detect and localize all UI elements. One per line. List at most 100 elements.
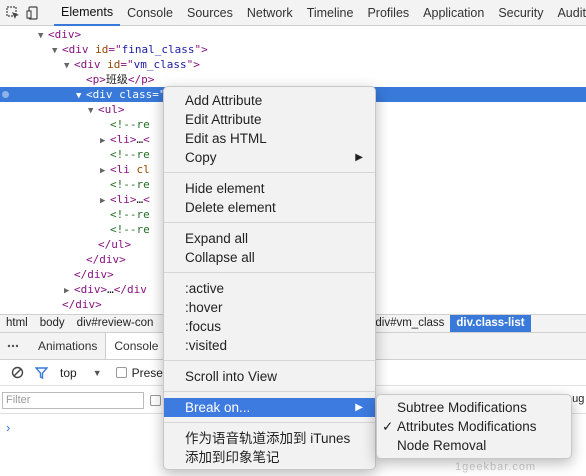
breadcrumb-item[interactable]: html	[0, 315, 34, 332]
menu-separator	[164, 360, 375, 361]
tab-animations[interactable]: Animations	[30, 333, 105, 359]
menu-item-item-6-1[interactable]: 添加到印象笔记	[164, 448, 375, 467]
dom-token: <!--re	[110, 208, 150, 221]
menu-item-edit-attribute[interactable]: Edit Attribute	[164, 110, 375, 129]
breadcrumb-item[interactable]: div#review-con	[71, 315, 160, 332]
menu-item-label: Scroll into View	[185, 369, 278, 384]
breadcrumb-item-selected[interactable]: div.class-list	[450, 315, 531, 332]
device-mode-icon[interactable]	[26, 4, 40, 22]
breadcrumb-item[interactable]: body	[34, 315, 71, 332]
dom-token: <!--re	[110, 178, 150, 191]
tab-console[interactable]: Console	[120, 0, 180, 26]
regex-checkbox[interactable]	[150, 395, 161, 406]
submenu-item-subtree-modifications[interactable]: Subtree Modifications	[377, 398, 571, 417]
dom-token: </ul>	[98, 238, 132, 251]
dom-token: </div>	[62, 298, 102, 311]
submenu-arrow-icon: ▶	[355, 152, 363, 163]
tab-elements[interactable]: Elements	[54, 0, 121, 26]
menu-item-label: 添加到印象笔记	[185, 450, 280, 465]
breadcrumb-item[interactable]: div#vm_class	[369, 315, 450, 332]
dom-token: …	[107, 283, 114, 296]
menu-item-visited[interactable]: :visited	[164, 336, 375, 355]
dom-token: <!--re	[110, 148, 150, 161]
filter-icon[interactable]	[32, 364, 50, 382]
menu-item-label: Expand all	[185, 231, 249, 246]
inspect-element-icon[interactable]	[6, 4, 20, 22]
menu-separator	[164, 391, 375, 392]
dom-token: id	[95, 43, 109, 56]
watermark: 1geekbar.com	[455, 461, 537, 473]
filter-input[interactable]: Filter	[2, 392, 144, 409]
menu-item-copy[interactable]: Copy ▶	[164, 148, 375, 167]
dom-token: <ul>	[98, 103, 125, 116]
tab-timeline[interactable]: Timeline	[300, 0, 361, 26]
tab-drawer-console[interactable]: Console	[105, 333, 168, 359]
dom-token: <	[143, 193, 150, 206]
dom-token: <div	[62, 43, 96, 56]
menu-item-hover[interactable]: :hover	[164, 298, 375, 317]
menu-item-collapse-all[interactable]: Collapse all	[164, 248, 375, 267]
dom-token: <	[143, 133, 150, 146]
devtools-tabbar: Elements Console Sources Network Timelin…	[0, 0, 586, 26]
submenu-item-node-removal[interactable]: Node Removal	[377, 436, 571, 455]
menu-item-label: Break on...	[185, 400, 251, 415]
menu-item-label: Edit Attribute	[185, 112, 262, 127]
tab-sources[interactable]: Sources	[180, 0, 240, 26]
menu-item-label: Edit as HTML	[185, 131, 267, 146]
submenu-item-label: Subtree Modifications	[397, 400, 527, 415]
dom-token: 班级	[105, 73, 128, 86]
chevron-down-icon[interactable]: ▼	[93, 368, 102, 378]
dom-token: <div>	[74, 283, 108, 296]
submenu-item-label: Attributes Modifications	[397, 419, 537, 434]
console-prompt[interactable]: ›	[6, 420, 10, 435]
dom-token: id	[107, 58, 121, 71]
clear-console-icon[interactable]	[8, 364, 26, 382]
menu-item-break-on[interactable]: Break on... ▶	[164, 398, 375, 417]
menu-item-label: Delete element	[185, 200, 276, 215]
dom-token: <div>	[48, 28, 82, 41]
dom-node[interactable]: ▼ <div id="vm_class">	[0, 57, 586, 72]
tab-network[interactable]: Network	[240, 0, 300, 26]
submenu-item-attributes-modifications[interactable]: ✓ Attributes Modifications	[377, 417, 571, 436]
menu-item-label: :hover	[185, 300, 223, 315]
menu-item-edit-as-html[interactable]: Edit as HTML	[164, 129, 375, 148]
menu-item-hide-element[interactable]: Hide element	[164, 179, 375, 198]
dom-token: <div	[74, 58, 108, 71]
menu-item-delete-element[interactable]: Delete element	[164, 198, 375, 217]
menu-item-active[interactable]: :active	[164, 279, 375, 298]
tab-application[interactable]: Application	[416, 0, 491, 26]
menu-separator	[164, 272, 375, 273]
dom-node[interactable]: ▼ <div>	[0, 27, 586, 42]
menu-separator	[164, 422, 375, 423]
dom-token: ">	[194, 43, 208, 56]
context-selector[interactable]: top	[60, 366, 77, 380]
dom-token: </p>	[127, 73, 155, 86]
menu-item-scroll-into-view[interactable]: Scroll into View	[164, 367, 375, 386]
dom-token: ">	[186, 58, 200, 71]
dom-token: </div>	[86, 253, 126, 266]
menu-item-add-attribute[interactable]: Add Attribute	[164, 91, 375, 110]
dom-token: <li>	[110, 193, 137, 206]
dom-node[interactable]: ▼ <div id="final_class">	[0, 42, 586, 57]
context-menu: Add Attribute Edit Attribute Edit as HTML C…	[163, 86, 376, 470]
dom-token: <div	[86, 88, 120, 101]
menu-item-itunes[interactable]: 作为语音轨道添加到 iTunes	[164, 429, 375, 448]
menu-item-label: Collapse all	[185, 250, 255, 265]
tab-profiles[interactable]: Profiles	[360, 0, 416, 26]
dom-token: ="	[108, 43, 122, 56]
menu-item-label: Hide element	[185, 181, 265, 196]
dom-token: <!--re	[110, 223, 150, 236]
tab-audits[interactable]: Audits	[550, 0, 586, 26]
menu-item-label: :active	[185, 281, 225, 296]
dom-token: class	[119, 88, 153, 101]
dom-token: vm_class	[133, 58, 187, 71]
submenu-item-label: Node Removal	[397, 438, 487, 453]
menu-item-expand-all[interactable]: Expand all	[164, 229, 375, 248]
tab-security[interactable]: Security	[491, 0, 550, 26]
menu-item-focus[interactable]: :focus	[164, 317, 375, 336]
more-options-icon[interactable]	[4, 337, 22, 355]
preserve-log-checkbox[interactable]	[115, 367, 127, 378]
menu-item-label: :focus	[185, 319, 222, 334]
dom-node[interactable]: <p>班级</p>	[0, 72, 586, 87]
menu-item-label: Copy	[185, 150, 217, 165]
